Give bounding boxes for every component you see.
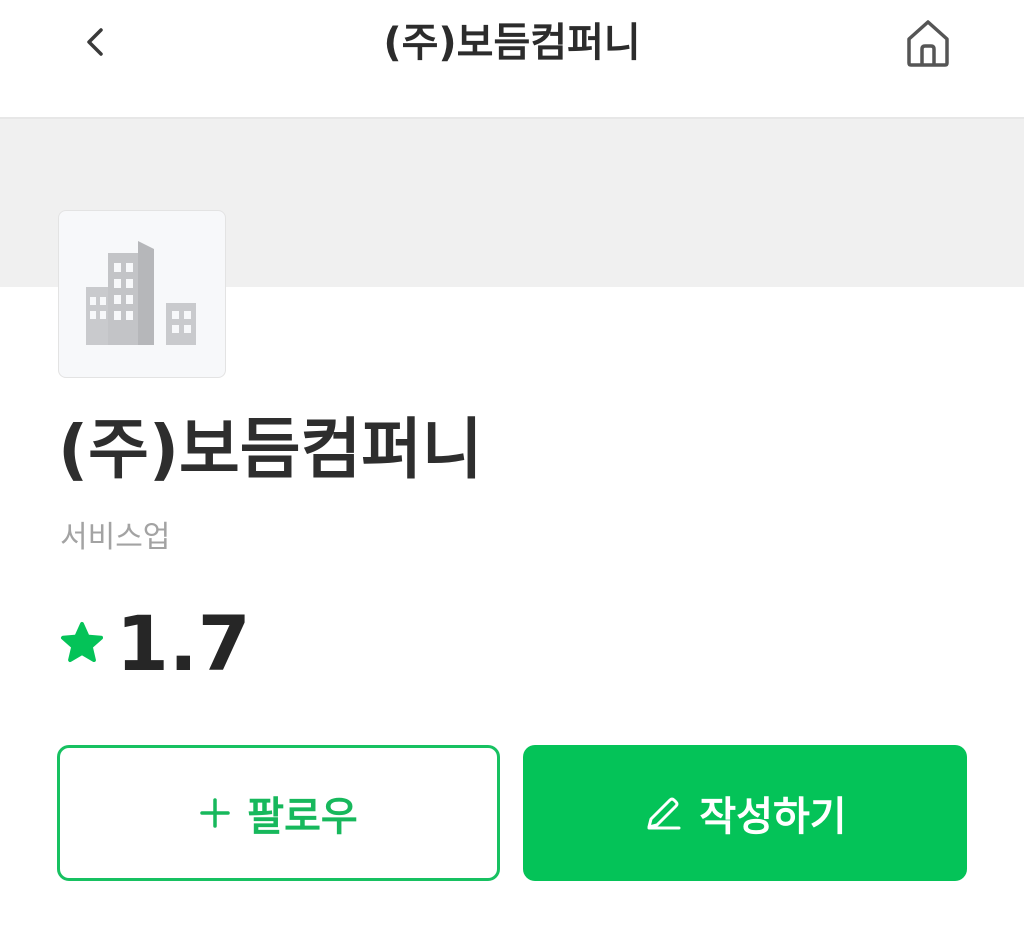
plus-icon [199,797,231,829]
pencil-icon [643,793,683,833]
chevron-left-icon [87,28,103,56]
follow-button[interactable]: 팔로우 [57,745,500,881]
write-review-button[interactable]: 작성하기 [523,745,967,881]
company-logo [58,210,226,378]
company-name: (주)보듬컴퍼니 [58,411,483,488]
follow-button-label: 팔로우 [247,794,358,840]
building-icon [86,241,196,345]
home-icon [907,20,949,67]
company-industry: 서비스업 [60,520,171,555]
home-button[interactable] [896,10,960,74]
top-bar: (주)보듬컴퍼니 [0,0,1024,119]
back-button[interactable] [66,12,126,72]
company-page: (주)보듬컴퍼니 (주)보듬컴퍼니 서비스업 1.7 팔로우 작성하기 [0,0,1024,927]
rating-summary: 1.7 [58,604,251,684]
write-review-button-label: 작성하기 [699,794,847,840]
star-icon [61,622,103,662]
page-title: (주)보듬컴퍼니 [383,20,641,66]
rating-value: 1.7 [116,599,251,688]
